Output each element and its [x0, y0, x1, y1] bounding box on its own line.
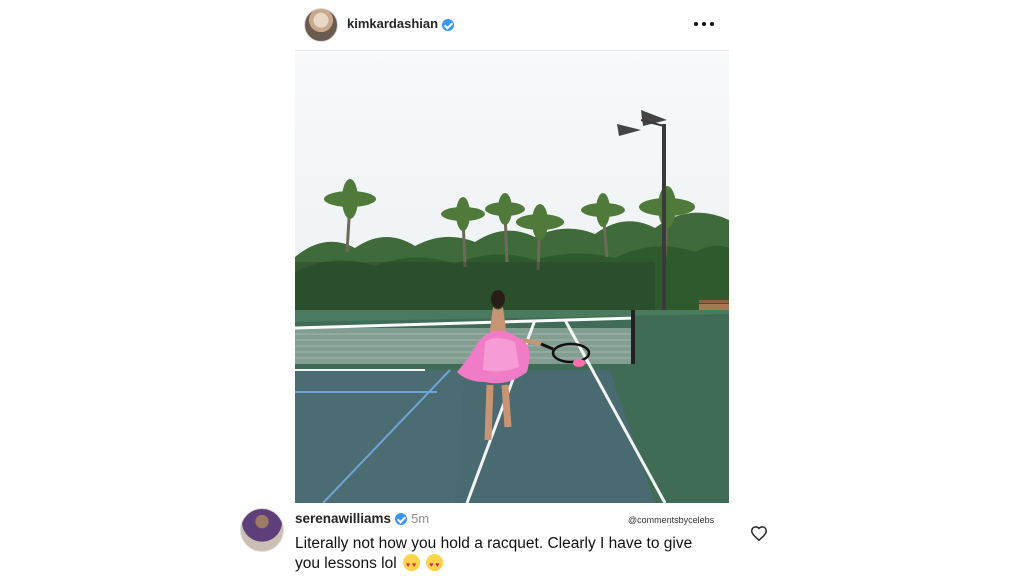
post-header: kimkardashian — [295, 0, 729, 51]
comment-body: Literally not how you hold a racquet. Cl… — [295, 535, 693, 572]
comment-time: 5m — [411, 511, 430, 526]
comment-username-text[interactable]: serenawilliams — [295, 511, 391, 526]
verified-badge-icon — [442, 18, 455, 31]
heart-eyes-emoji-icon — [402, 554, 420, 576]
heart-outline-icon[interactable] — [750, 525, 768, 541]
comment: serenawilliams 5m @commentsbycelebs Liter… — [240, 508, 780, 576]
more-horizontal-icon[interactable] — [693, 14, 715, 34]
verified-badge-icon — [395, 513, 408, 526]
tennis-court-photo — [295, 52, 729, 503]
post-username-text[interactable]: kimkardashian — [347, 16, 438, 31]
post-image[interactable] — [295, 52, 729, 503]
heart-eyes-emoji-icon — [426, 554, 444, 576]
credit-watermark: @commentsbycelebs — [628, 515, 715, 525]
avatar[interactable] — [304, 8, 338, 42]
comment-avatar[interactable] — [240, 508, 284, 552]
post-username[interactable]: kimkardashian — [347, 16, 455, 31]
comment-text: Literally not how you hold a racquet. Cl… — [295, 534, 715, 576]
comment-username[interactable]: serenawilliams 5m — [295, 511, 429, 526]
